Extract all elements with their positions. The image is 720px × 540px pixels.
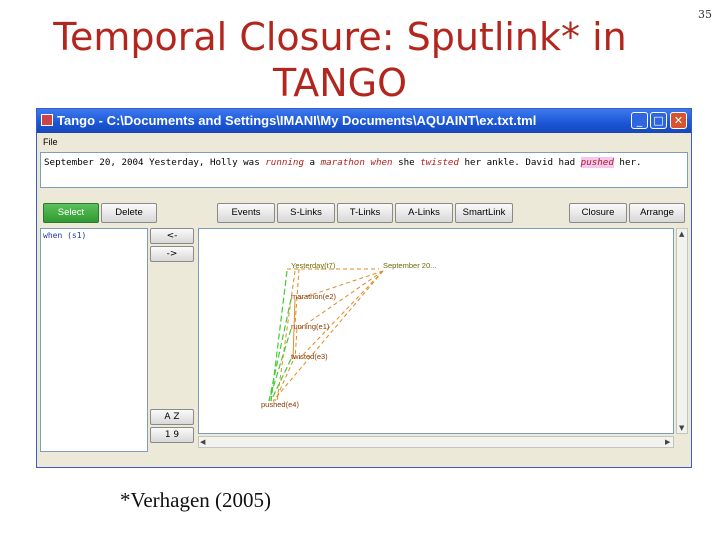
signal-list-item[interactable]: when (s1) — [43, 231, 86, 240]
node-pushed[interactable]: pushed(e4) — [261, 400, 299, 409]
slide-title: Temporal Closure: Sputlink* in TANGO — [40, 14, 640, 106]
t-links-button[interactable]: T-Links — [337, 203, 393, 223]
vertical-scrollbar[interactable]: ▲ ▼ — [676, 228, 688, 434]
arrow-left-icon[interactable]: ◀ — [200, 438, 205, 446]
arrow-up-icon[interactable]: ▲ — [679, 230, 684, 238]
a-links-button[interactable]: A-Links — [395, 203, 453, 223]
citation: *Verhagen (2005) — [120, 488, 272, 512]
tango-window: Tango - C:\Documents and Settings\IMANI\… — [36, 108, 692, 468]
edge — [268, 298, 292, 402]
graph-canvas[interactable]: Yesterday(t7) September 20... marathon(e… — [198, 228, 674, 434]
event-pushed-highlighted[interactable]: pushed — [580, 157, 614, 168]
slide-number: 35 — [698, 8, 712, 21]
horizontal-scrollbar[interactable]: ◀ ▶ — [198, 436, 674, 448]
event-running[interactable]: running — [265, 157, 304, 168]
delete-button[interactable]: Delete — [101, 203, 157, 223]
doc-text-1: September 20, 2004 Yesterday, Holly was — [44, 157, 266, 168]
slide-title-line2: TANGO — [272, 61, 408, 105]
s-links-button[interactable]: S-Links — [277, 203, 335, 223]
select-button[interactable]: Select — [43, 203, 99, 223]
arrow-right-icon[interactable]: ▶ — [665, 438, 670, 446]
arrange-button[interactable]: Arrange — [629, 203, 685, 223]
event-twisted[interactable]: twisted — [420, 157, 459, 168]
sort-az-button[interactable]: A Z — [150, 409, 194, 425]
node-marathon[interactable]: marathon(e2) — [291, 292, 336, 301]
node-running[interactable]: running(e1) — [291, 322, 329, 331]
smartlink-button[interactable]: SmartLink — [455, 203, 513, 223]
closure-button[interactable]: Closure — [569, 203, 627, 223]
doc-text-2: a — [304, 157, 321, 168]
arrow-down-icon[interactable]: ▼ — [679, 424, 684, 432]
doc-text-4: she — [392, 157, 421, 168]
menu-file[interactable]: File — [43, 137, 58, 147]
toolbar: Select Delete Events S-Links T-Links A-L… — [40, 201, 688, 225]
window-titlebar[interactable]: Tango - C:\Documents and Settings\IMANI\… — [37, 109, 691, 133]
event-marathon[interactable]: marathon — [321, 157, 365, 168]
edge — [272, 270, 384, 402]
slide-title-line1: Temporal Closure: Sputlink* in — [53, 15, 627, 59]
forward-arrow-button[interactable]: -> — [150, 246, 194, 262]
tango-app-icon — [41, 114, 53, 126]
doc-text-6: her. — [613, 157, 642, 168]
close-button[interactable]: ✕ — [670, 112, 687, 129]
doc-text-5: her ankle. David had — [458, 157, 581, 168]
back-arrow-button[interactable]: <- — [150, 228, 194, 244]
node-september[interactable]: September 20... — [383, 261, 436, 270]
document-text-area[interactable]: September 20, 2004 Yesterday, Holly was … — [40, 152, 688, 188]
edge — [276, 270, 296, 402]
menubar: File — [39, 135, 689, 151]
maximize-button[interactable]: □ — [650, 112, 667, 129]
signal-list-pane[interactable]: when (s1) — [40, 228, 148, 452]
window-title: Tango - C:\Documents and Settings\IMANI\… — [57, 113, 537, 128]
minimize-button[interactable]: _ — [631, 112, 648, 129]
node-yesterday[interactable]: Yesterday(t7) — [291, 261, 335, 270]
edge — [298, 270, 384, 360]
sort-19-button[interactable]: 1 9 — [150, 427, 194, 443]
node-twisted[interactable]: twisted(e3) — [291, 352, 328, 361]
signal-when[interactable]: when — [370, 157, 392, 168]
events-button[interactable]: Events — [217, 203, 275, 223]
